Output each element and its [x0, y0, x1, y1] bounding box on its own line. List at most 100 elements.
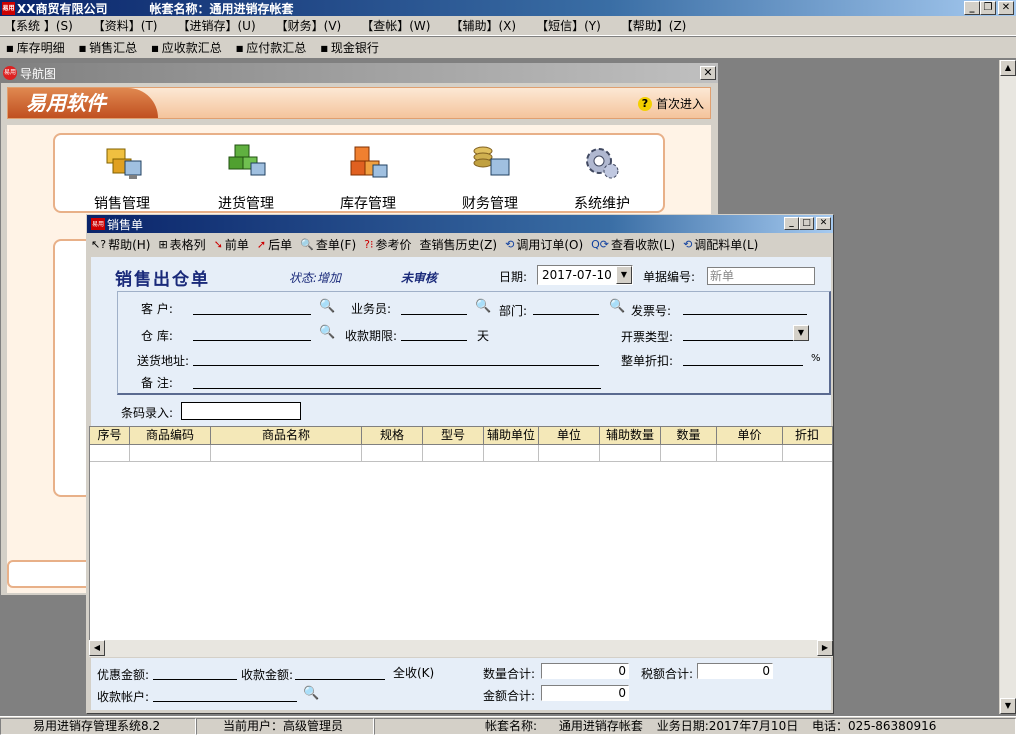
warehouse-input[interactable]: [193, 327, 311, 341]
minimize-button[interactable]: _: [964, 1, 980, 15]
status-label: 状态:增加: [289, 271, 342, 285]
customer-input[interactable]: [193, 301, 311, 315]
col-seq[interactable]: 序号: [90, 427, 130, 444]
sales-window-title: 销售单: [107, 217, 144, 232]
col-code[interactable]: 商品编码: [130, 427, 211, 444]
table-row[interactable]: [90, 445, 832, 462]
account-search-icon[interactable]: 🔍: [303, 686, 319, 701]
address-input[interactable]: [193, 352, 599, 366]
remark-input[interactable]: [193, 375, 601, 389]
receive-all-button[interactable]: 全收(K): [393, 664, 434, 681]
status-business-date: 业务日期:2017年7月10日: [656, 718, 799, 733]
salesman-input[interactable]: [401, 301, 467, 315]
col-qty[interactable]: 数量: [661, 427, 717, 444]
chevron-down-icon[interactable]: ▼: [616, 266, 632, 284]
table-columns-button[interactable]: ⊞ 表格列: [158, 236, 205, 253]
col-spec[interactable]: 规格: [362, 427, 423, 444]
menu-inventory[interactable]: 【进销存】(U): [178, 17, 256, 34]
nav-close-button[interactable]: ✕: [700, 66, 716, 80]
bom-icon: ⟲: [683, 237, 693, 251]
menu-system[interactable]: 【系统 】(S): [4, 17, 73, 34]
module-purchase[interactable]: 进货管理: [201, 137, 291, 213]
reference-price-button[interactable]: ?⁝ 参考价: [364, 236, 411, 253]
shortcut-stock-detail[interactable]: ■ 库存明细: [6, 39, 65, 56]
col-model[interactable]: 型号: [423, 427, 484, 444]
col-unit[interactable]: 单位: [539, 427, 600, 444]
grid-horizontal-scrollbar[interactable]: ◀ ▶: [89, 640, 833, 657]
col-aux-unit[interactable]: 辅助单位: [484, 427, 539, 444]
company-name: XX商贸有限公司: [17, 1, 108, 16]
menu-assist[interactable]: 【辅助】(X): [450, 17, 516, 34]
module-sales[interactable]: 销售管理: [77, 137, 167, 213]
first-entry-link[interactable]: ? 首次进入: [637, 95, 704, 112]
term-unit: 天: [477, 329, 490, 343]
amount-total-label: 金额合计:: [483, 689, 536, 703]
reference-icon: ?⁝: [364, 237, 374, 251]
load-order-button[interactable]: ⟲ 调用订单(O): [505, 236, 583, 253]
restore-button[interactable]: ❐: [980, 1, 996, 15]
discount-unit: %: [811, 353, 821, 364]
items-grid[interactable]: 序号 商品编码 商品名称 规格 型号 辅助单位 单位 辅助数量 数量 单价 折扣: [89, 426, 833, 644]
col-aux-qty[interactable]: 辅助数量: [600, 427, 661, 444]
menu-finance[interactable]: 【财务】(V): [276, 17, 342, 34]
scroll-down-arrow-icon[interactable]: ▼: [1000, 698, 1016, 714]
sales-maximize-button[interactable]: □: [799, 217, 814, 230]
scroll-right-arrow-icon[interactable]: ▶: [817, 640, 833, 656]
sales-form: 销售出仓单 状态:增加 未审核 日期: 2017-07-10 ▼ 单据编号: 新…: [91, 257, 831, 441]
department-search-icon[interactable]: 🔍: [609, 299, 625, 314]
menu-help[interactable]: 【帮助】(Z): [621, 17, 687, 34]
col-name[interactable]: 商品名称: [211, 427, 362, 444]
find-order-button[interactable]: 🔍 查单(F): [300, 236, 356, 253]
payment-term-input[interactable]: [401, 327, 467, 341]
account-set-title: 帐套名称：通用进销存帐套: [149, 1, 294, 16]
order-no-input[interactable]: 新单: [707, 267, 815, 285]
account-label: 收款帐户:: [97, 690, 150, 704]
view-receipts-button[interactable]: Q⟳ 查看收款(L): [591, 236, 675, 253]
sales-close-button[interactable]: ✕: [816, 217, 831, 230]
close-button[interactable]: ✕: [998, 1, 1014, 15]
scroll-left-arrow-icon[interactable]: ◀: [89, 640, 105, 656]
module-stock[interactable]: 库存管理: [323, 137, 413, 213]
warehouse-search-icon[interactable]: 🔍: [319, 325, 335, 340]
chevron-down-icon[interactable]: ▼: [793, 325, 809, 341]
account-input[interactable]: [153, 688, 297, 702]
sales-minimize-button[interactable]: _: [784, 217, 799, 230]
arrow-next-icon: ➚: [256, 237, 267, 251]
received-amount-input[interactable]: [295, 666, 385, 680]
barcode-input[interactable]: [181, 402, 301, 420]
discount-label: 整单折扣:: [621, 354, 674, 368]
previous-order-button[interactable]: ➘ 前单: [214, 236, 249, 253]
department-label: 部门:: [499, 304, 528, 318]
arrow-prev-icon: ➘: [213, 237, 223, 251]
customer-search-icon[interactable]: 🔍: [319, 299, 335, 314]
scroll-up-arrow-icon[interactable]: ▲: [1000, 60, 1016, 76]
module-system-label: 系统维护: [574, 196, 630, 212]
col-price[interactable]: 单价: [717, 427, 783, 444]
shortcut-cash-bank[interactable]: ■ 现金银行: [320, 39, 379, 56]
discount-amount-input[interactable]: [153, 666, 237, 680]
module-purchase-label: 进货管理: [218, 196, 274, 212]
module-finance[interactable]: 财务管理: [445, 137, 535, 213]
menu-sms[interactable]: 【短信】(Y): [536, 17, 601, 34]
menu-audit[interactable]: 【查帐】(W): [361, 17, 430, 34]
help-button[interactable]: ↖? 帮助(H): [91, 236, 150, 253]
module-stock-label: 库存管理: [340, 196, 396, 212]
department-input[interactable]: [533, 301, 599, 315]
module-system[interactable]: 系统维护: [557, 137, 647, 213]
invoice-no-input[interactable]: [683, 301, 807, 315]
sales-footer: 优惠金额: 收款金额: 全收(K) 数量合计: 0 税额合计: 0 收款帐户: …: [91, 658, 831, 710]
shortcut-sales-summary[interactable]: ■ 销售汇总: [79, 39, 138, 56]
load-bom-button[interactable]: ⟲ 调配料单(L): [683, 236, 758, 253]
next-order-button[interactable]: ➚ 后单: [257, 236, 292, 253]
view-receipt-icon: Q⟳: [591, 237, 609, 251]
salesman-search-icon[interactable]: 🔍: [475, 299, 491, 314]
sales-history-button[interactable]: 查销售历史(Z): [420, 236, 498, 253]
menu-data[interactable]: 【资料】(T): [93, 17, 158, 34]
discount-input[interactable]: [683, 352, 803, 366]
date-picker[interactable]: 2017-07-10 ▼: [537, 265, 633, 285]
invoice-type-select[interactable]: ▼: [683, 325, 809, 341]
shortcut-payable-summary[interactable]: ■ 应付款汇总: [236, 39, 307, 56]
col-discount[interactable]: 折扣: [783, 427, 831, 444]
main-vertical-scrollbar[interactable]: ▲ ▼: [999, 60, 1016, 714]
shortcut-receivable-summary[interactable]: ■ 应收款汇总: [151, 39, 222, 56]
